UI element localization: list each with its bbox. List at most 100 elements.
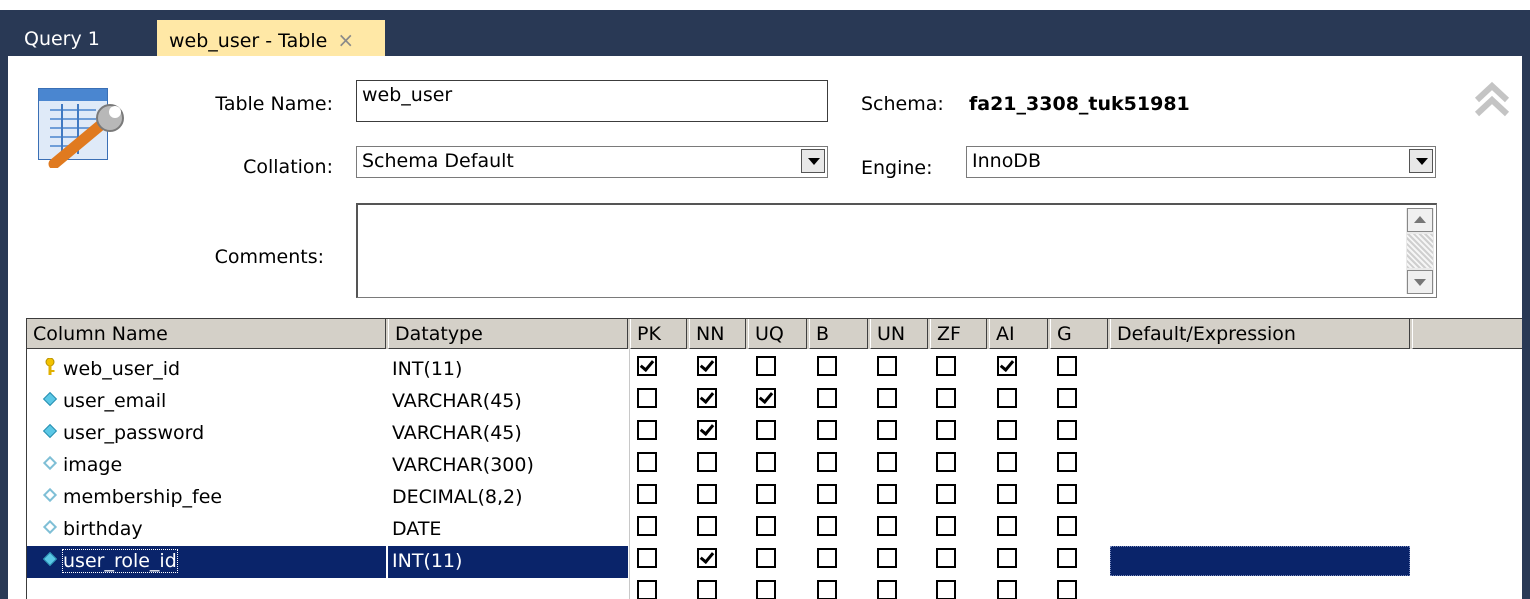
ai-checkbox[interactable] [997,452,1017,472]
header-zf[interactable]: ZF [930,319,987,349]
nn-checkbox[interactable] [697,452,717,472]
zf-checkbox[interactable] [936,420,956,440]
ai-checkbox[interactable] [997,356,1017,376]
g-checkbox[interactable] [1057,580,1077,599]
un-checkbox[interactable] [877,356,897,376]
nn-checkbox[interactable] [697,356,717,376]
nn-checkbox[interactable] [697,580,717,599]
uq-checkbox[interactable] [756,580,776,599]
zf-checkbox[interactable] [936,548,956,568]
table-row[interactable]: user_email VARCHAR(45) [27,386,1522,418]
un-checkbox[interactable] [877,388,897,408]
ai-checkbox[interactable] [997,484,1017,504]
b-checkbox[interactable] [817,452,837,472]
header-un[interactable]: UN [870,319,928,349]
column-name-cell[interactable] [27,578,386,599]
column-name-cell[interactable]: user_role_id [27,546,386,578]
header-uq[interactable]: UQ [748,319,807,349]
uq-checkbox[interactable] [756,388,776,408]
column-name-cell[interactable]: membership_fee [27,482,386,514]
zf-checkbox[interactable] [936,388,956,408]
datatype-cell[interactable]: VARCHAR(300) [388,450,628,482]
table-name-field[interactable]: web_user [356,80,828,122]
ai-checkbox[interactable] [997,388,1017,408]
g-checkbox[interactable] [1057,516,1077,536]
default-expression-cell[interactable] [1110,386,1410,416]
un-checkbox[interactable] [877,580,897,599]
table-row[interactable]: web_user_id INT(11) [27,354,1522,386]
pk-checkbox[interactable] [637,356,657,376]
comments-textarea[interactable] [356,203,1437,298]
un-checkbox[interactable] [877,484,897,504]
table-row[interactable] [27,578,1522,599]
b-checkbox[interactable] [817,548,837,568]
nn-checkbox[interactable] [697,388,717,408]
close-icon[interactable]: × [337,28,354,52]
table-row-selected[interactable]: user_role_id INT(11) [27,546,1522,578]
uq-checkbox[interactable] [756,452,776,472]
pk-checkbox[interactable] [637,580,657,599]
uq-checkbox[interactable] [756,420,776,440]
ai-checkbox[interactable] [997,420,1017,440]
table-row[interactable]: membership_fee DECIMAL(8,2) [27,482,1522,514]
g-checkbox[interactable] [1057,388,1077,408]
uq-checkbox[interactable] [756,548,776,568]
table-row[interactable]: birthday DATE [27,514,1522,546]
b-checkbox[interactable] [817,420,837,440]
nn-checkbox[interactable] [697,516,717,536]
uq-checkbox[interactable] [756,516,776,536]
un-checkbox[interactable] [877,516,897,536]
default-expression-cell[interactable] [1110,514,1410,544]
tab-web-user-table[interactable]: web_user - Table × [157,20,385,56]
b-checkbox[interactable] [817,356,837,376]
default-expression-cell[interactable] [1110,482,1410,512]
table-row[interactable]: image VARCHAR(300) [27,450,1522,482]
pk-checkbox[interactable] [637,516,657,536]
default-expression-cell[interactable] [1110,450,1410,480]
b-checkbox[interactable] [817,388,837,408]
uq-checkbox[interactable] [756,356,776,376]
uq-checkbox[interactable] [756,484,776,504]
zf-checkbox[interactable] [936,452,956,472]
double-chevron-up-icon[interactable] [1472,80,1512,120]
g-checkbox[interactable] [1057,548,1077,568]
pk-checkbox[interactable] [637,420,657,440]
table-row[interactable]: user_password VARCHAR(45) [27,418,1522,450]
datatype-cell[interactable]: INT(11) [388,546,628,578]
default-expression-cell[interactable] [1110,546,1410,576]
header-g[interactable]: G [1050,319,1108,349]
zf-checkbox[interactable] [936,484,956,504]
header-column-name[interactable]: Column Name [27,319,386,349]
column-name-cell[interactable]: user_email [27,386,386,418]
datatype-cell[interactable]: DATE [388,514,628,546]
ai-checkbox[interactable] [997,580,1017,599]
header-pk[interactable]: PK [630,319,687,349]
g-checkbox[interactable] [1057,356,1077,376]
column-name-cell[interactable]: user_password [27,418,386,450]
g-checkbox[interactable] [1057,420,1077,440]
zf-checkbox[interactable] [936,356,956,376]
default-expression-cell[interactable] [1110,578,1410,599]
chevron-down-icon[interactable] [801,149,825,173]
chevron-down-icon[interactable] [1409,149,1433,173]
ai-checkbox[interactable] [997,516,1017,536]
datatype-cell[interactable] [388,578,628,599]
g-checkbox[interactable] [1057,484,1077,504]
collation-select[interactable]: Schema Default [356,146,828,178]
header-default-expression[interactable]: Default/Expression [1110,319,1410,349]
default-expression-cell[interactable] [1110,354,1410,384]
comments-scrollbar[interactable] [1406,208,1434,294]
b-checkbox[interactable] [817,484,837,504]
datatype-cell[interactable]: VARCHAR(45) [388,418,628,450]
pk-checkbox[interactable] [637,548,657,568]
header-b[interactable]: B [809,319,868,349]
b-checkbox[interactable] [817,580,837,599]
engine-select[interactable]: InnoDB [966,146,1436,178]
datatype-cell[interactable]: DECIMAL(8,2) [388,482,628,514]
column-name-cell[interactable]: web_user_id [27,354,386,386]
header-nn[interactable]: NN [689,319,746,349]
pk-checkbox[interactable] [637,452,657,472]
tab-query-1[interactable]: Query 1 [12,20,110,56]
column-name-cell[interactable]: image [27,450,386,482]
header-datatype[interactable]: Datatype [388,319,628,349]
